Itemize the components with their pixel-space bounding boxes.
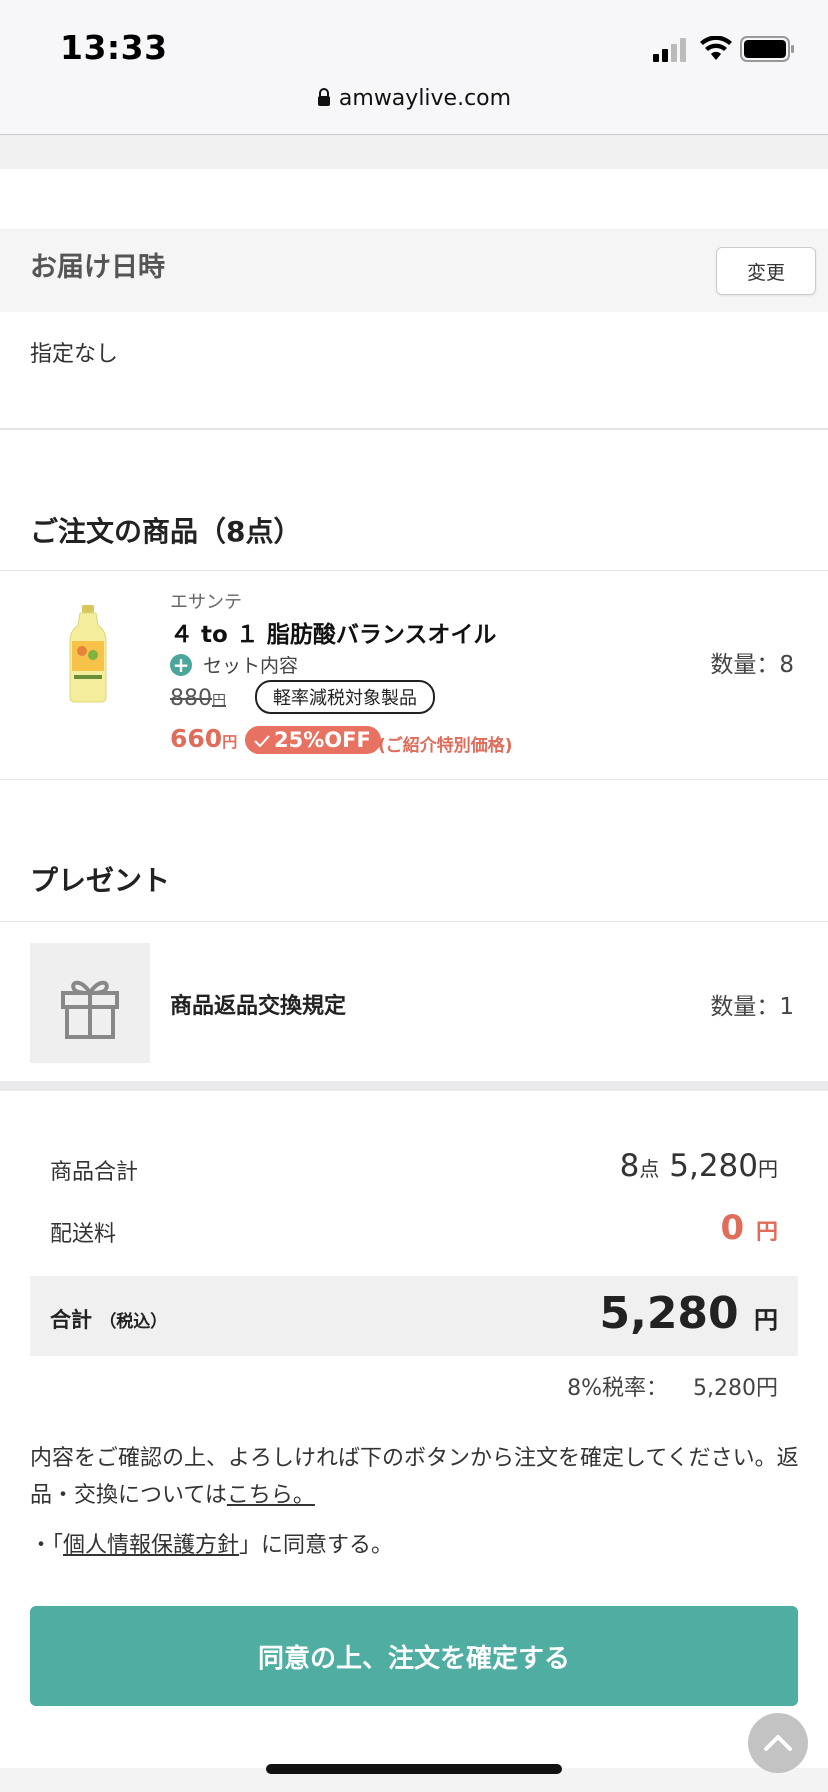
url-text: amwaylive.com xyxy=(338,86,512,111)
section-separator xyxy=(0,1081,828,1091)
discount-price: 660円 xyxy=(170,724,237,753)
battery-icon xyxy=(740,36,796,66)
divider xyxy=(0,428,828,430)
signal-icon xyxy=(653,38,689,66)
product-name[interactable]: ４ to １ 脂肪酸バランスオイル xyxy=(170,615,496,649)
order-items-title: ご注文の商品（8点） xyxy=(30,515,302,548)
tax-rate-amount: 5,280円 xyxy=(693,1376,778,1401)
browser-status-bar xyxy=(0,0,828,135)
status-time: 13:33 xyxy=(60,28,168,67)
policy-suffix: 」に同意する。 xyxy=(239,1533,394,1558)
discount-badge: 25%OFF xyxy=(245,726,381,754)
subtotal-value: 8点 5,280円 xyxy=(620,1148,778,1184)
lock-icon xyxy=(317,87,331,112)
set-contents-toggle[interactable]: + セット内容 xyxy=(170,651,298,678)
total-value: 5,280 円 xyxy=(599,1288,778,1339)
yen-unit: 円 xyxy=(758,1157,778,1181)
subtotal-amount: 5,280 xyxy=(669,1148,758,1184)
privacy-policy-line: ・「個人情報保護方針」に同意する。 xyxy=(30,1527,393,1559)
confirm-message: 内容をご確認の上、よろしければ下のボタンから注文を確定してください。返品・交換に… xyxy=(30,1440,800,1514)
delivery-title: お届け日時 xyxy=(30,252,165,283)
confirm-order-button[interactable]: 同意の上、注文を確定する xyxy=(30,1606,798,1706)
total-amount: 5,280 xyxy=(599,1288,739,1339)
yen-unit: 円 xyxy=(222,733,238,751)
tax-rate-line: 8%税率： 5,280円 xyxy=(567,1370,778,1402)
gift-image xyxy=(30,943,150,1063)
policy-prefix: ・「 xyxy=(30,1533,64,1558)
discount-price-value: 660 xyxy=(170,724,223,753)
divider xyxy=(0,921,828,922)
tax-included-note: （税込） xyxy=(99,1312,168,1332)
yen-unit: 円 xyxy=(212,693,226,709)
address-bar[interactable]: amwaylive.com xyxy=(0,86,828,112)
shipping-label: 配送料 xyxy=(50,1222,117,1247)
count-unit: 点 xyxy=(639,1157,660,1181)
total-label: 合計 （税込） xyxy=(50,1304,167,1334)
delivery-value: 指定なし xyxy=(30,342,119,367)
reduced-tax-badge: 軽率減税対象製品 xyxy=(255,680,435,714)
product-brand: エサンテ xyxy=(170,592,242,613)
change-delivery-button[interactable]: 変更 xyxy=(716,247,816,295)
privacy-policy-link[interactable]: 個人情報保護方針 xyxy=(63,1533,239,1558)
returns-link[interactable]: こちら。 xyxy=(227,1483,315,1508)
divider xyxy=(0,570,828,571)
check-icon xyxy=(254,735,270,748)
yen-unit: 円 xyxy=(755,1220,778,1245)
shipping-amount: 0 xyxy=(720,1208,745,1248)
original-price: 880円 xyxy=(170,686,226,711)
chevron-up-icon xyxy=(764,1735,792,1751)
tax-rate-label: 8%税率： xyxy=(567,1376,669,1401)
set-contents-label: セット内容 xyxy=(203,655,299,677)
shipping-value: 0 円 xyxy=(720,1208,778,1248)
present-quantity: 数量：1 xyxy=(710,994,794,1020)
discount-badge-label: 25%OFF xyxy=(274,728,371,752)
present-title: プレゼント xyxy=(30,864,171,897)
scroll-to-top-button[interactable] xyxy=(748,1713,808,1773)
subtotal-count: 8 xyxy=(619,1148,640,1184)
confirm-message-text: 内容をご確認の上、よろしければ下のボタンから注文を確定してください。返品・交換に… xyxy=(30,1446,799,1508)
home-indicator xyxy=(266,1764,562,1774)
wifi-icon xyxy=(700,35,732,66)
divider xyxy=(0,779,828,780)
yen-unit: 円 xyxy=(754,1306,778,1334)
total-label-text: 合計 xyxy=(50,1308,92,1332)
product-quantity: 数量：8 xyxy=(710,652,794,678)
present-item-label: 商品返品交換規定 xyxy=(170,994,347,1019)
original-price-value: 880 xyxy=(170,686,212,711)
top-gray-strip xyxy=(0,135,828,169)
gift-icon xyxy=(61,980,119,1039)
special-price-note: (ご紹介特別価格) xyxy=(378,736,513,756)
plus-icon: + xyxy=(170,653,192,676)
product-image xyxy=(68,605,108,707)
subtotal-label: 商品合計 xyxy=(50,1160,139,1185)
